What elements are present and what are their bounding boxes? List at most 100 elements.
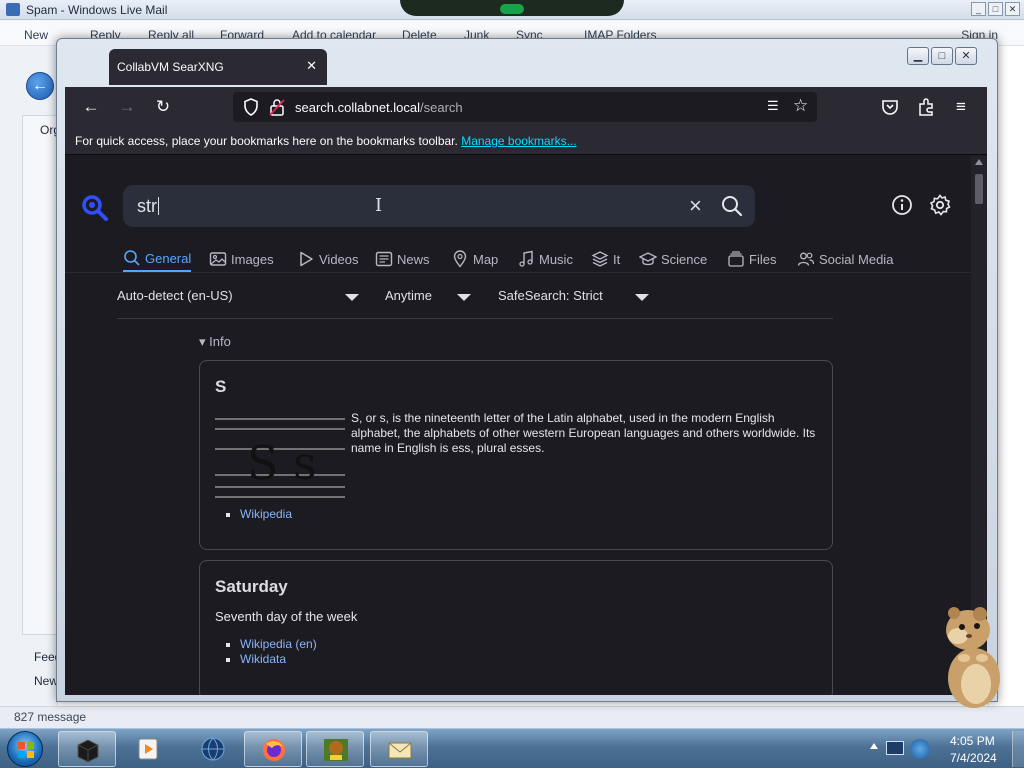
taskbar-item-globe[interactable]	[184, 731, 242, 767]
scroll-thumb[interactable]	[975, 174, 983, 204]
taskbar-item-bonzi[interactable]	[306, 731, 364, 767]
tab-videos-label: Videos	[319, 251, 359, 267]
taskbar-item-media-player[interactable]	[120, 731, 178, 767]
url-text[interactable]: search.collabnet.local/search	[295, 100, 463, 115]
mail-back-arrow-icon[interactable]: ←	[26, 72, 54, 100]
tab-music[interactable]: Music	[517, 246, 573, 272]
image-icon	[209, 252, 227, 266]
tab-news[interactable]: News	[375, 246, 430, 272]
time-range-dropdown-icon[interactable]	[457, 294, 471, 301]
search-input[interactable]: str	[137, 196, 159, 217]
people-icon	[797, 252, 815, 266]
text-cursor-icon: I	[375, 195, 383, 216]
clock-date[interactable]: 7/4/2024	[950, 751, 997, 765]
reload-icon[interactable]: ↻	[153, 97, 173, 117]
taskbar-item-mail[interactable]	[370, 731, 428, 767]
searxng-logo-icon[interactable]	[81, 194, 109, 222]
bookmark-star-icon[interactable]: ☆	[793, 96, 811, 116]
tab-files-label: Files	[749, 251, 777, 267]
window-caption-buttons: ▁ □ ✕	[907, 47, 977, 65]
wikidata-link[interactable]: Wikidata	[240, 652, 286, 666]
clock-time[interactable]: 4:05 PM	[950, 734, 995, 748]
taskbar-item-collabvm[interactable]	[58, 731, 116, 767]
globe-icon	[201, 737, 225, 761]
tab-it-label: It	[613, 251, 621, 267]
tab-social-media[interactable]: Social Media	[797, 246, 893, 272]
url-bar[interactable]: search.collabnet.local/search ☰ ☆	[233, 92, 817, 122]
tab-science[interactable]: Science	[639, 246, 707, 272]
tab-it[interactable]: It	[591, 246, 620, 272]
extensions-icon[interactable]	[917, 97, 935, 117]
music-note-icon	[519, 250, 533, 267]
infobox-heading: Info	[209, 334, 231, 349]
back-icon[interactable]: ←	[81, 97, 101, 117]
about-info-icon[interactable]	[891, 194, 913, 216]
mail-status-bar	[0, 706, 1024, 728]
taskbar-item-firefox[interactable]	[244, 731, 302, 767]
tab-map[interactable]: Map	[451, 246, 498, 272]
tab-images-label: Images	[231, 251, 274, 267]
safesearch-select[interactable]: SafeSearch: Strict	[498, 288, 603, 303]
clear-search-icon[interactable]: ×	[689, 193, 702, 219]
tab-close-icon[interactable]: ✕	[306, 58, 317, 74]
filters-divider	[117, 318, 833, 319]
app-menu-icon[interactable]: ≡	[951, 97, 971, 117]
url-path: /search	[420, 100, 463, 115]
search-box[interactable]: str I ×	[123, 185, 755, 227]
network-icon[interactable]	[886, 741, 904, 755]
infobox-links: Wikipedia	[240, 507, 292, 522]
layers-icon	[591, 251, 609, 267]
mail-maximize-button[interactable]: □	[988, 2, 1003, 16]
list-item: Wikipedia	[240, 507, 292, 521]
safesearch-dropdown-icon[interactable]	[635, 294, 649, 301]
category-tabs: General Images Videos News Map Music It …	[123, 246, 943, 272]
mail-minimize-button[interactable]: _	[971, 2, 986, 16]
search-submit-icon[interactable]	[721, 195, 743, 217]
bookmarks-message: For quick access, place your bookmarks h…	[75, 134, 577, 148]
start-button[interactable]	[7, 731, 43, 767]
mail-new-button[interactable]: New	[24, 28, 48, 42]
files-icon	[728, 251, 744, 267]
time-range-select[interactable]: Anytime	[385, 288, 432, 303]
search-filters: Auto-detect (en-US) Anytime SafeSearch: …	[117, 282, 837, 312]
infobox-title: S	[215, 377, 227, 396]
tab-science-label: Science	[661, 251, 708, 267]
tab-files[interactable]: Files	[727, 246, 776, 272]
window-close-button[interactable]: ✕	[955, 47, 977, 65]
pocket-icon[interactable]	[881, 98, 899, 116]
tab-news-label: News	[397, 251, 430, 267]
mail-window-buttons: _ □ ✕	[971, 2, 1020, 16]
window-maximize-button[interactable]: □	[931, 47, 953, 65]
tab-searxng[interactable]: CollabVM SearXNG ✕	[109, 49, 327, 85]
tray-expand-icon[interactable]	[870, 743, 878, 749]
wikipedia-link[interactable]: Wikipedia	[240, 507, 292, 521]
reader-view-icon[interactable]: ☰	[767, 98, 783, 116]
forward-icon[interactable]: →	[117, 97, 137, 117]
tab-general[interactable]: General	[123, 246, 192, 272]
graduation-cap-icon	[639, 252, 657, 266]
mail-titlebar: Spam - Windows Live Mail _ □ ✕	[0, 0, 1024, 20]
volume-icon[interactable]	[910, 739, 930, 759]
language-dropdown-icon[interactable]	[345, 294, 359, 301]
tab-images[interactable]: Images	[209, 246, 274, 272]
infobox-toggle[interactable]: ▾ Info	[199, 334, 231, 350]
infobox-description: Seventh day of the week	[215, 609, 358, 624]
show-desktop-button[interactable]	[1012, 731, 1024, 767]
scroll-up-icon[interactable]	[975, 159, 983, 165]
infobox-card: Saturday Seventh day of the week Wikiped…	[199, 560, 833, 695]
window-minimize-button[interactable]: ▁	[907, 47, 929, 65]
insecure-lock-icon[interactable]	[269, 98, 285, 116]
search-icon	[124, 250, 140, 266]
mail-icon	[388, 742, 412, 759]
tab-videos[interactable]: Videos	[297, 246, 359, 272]
manage-bookmarks-link[interactable]: Manage bookmarks...	[461, 134, 576, 148]
wikipedia-en-link[interactable]: Wikipedia (en)	[240, 637, 317, 651]
mail-close-button[interactable]: ✕	[1005, 2, 1020, 16]
tracking-shield-icon[interactable]	[243, 98, 259, 116]
preferences-gear-icon[interactable]	[929, 194, 951, 216]
box-game-icon	[324, 739, 348, 761]
mail-newsgroups-link[interactable]: New	[34, 674, 58, 688]
mail-status-text: 827 message	[14, 710, 87, 724]
language-select[interactable]: Auto-detect (en-US)	[117, 288, 233, 303]
media-player-icon	[138, 738, 158, 760]
